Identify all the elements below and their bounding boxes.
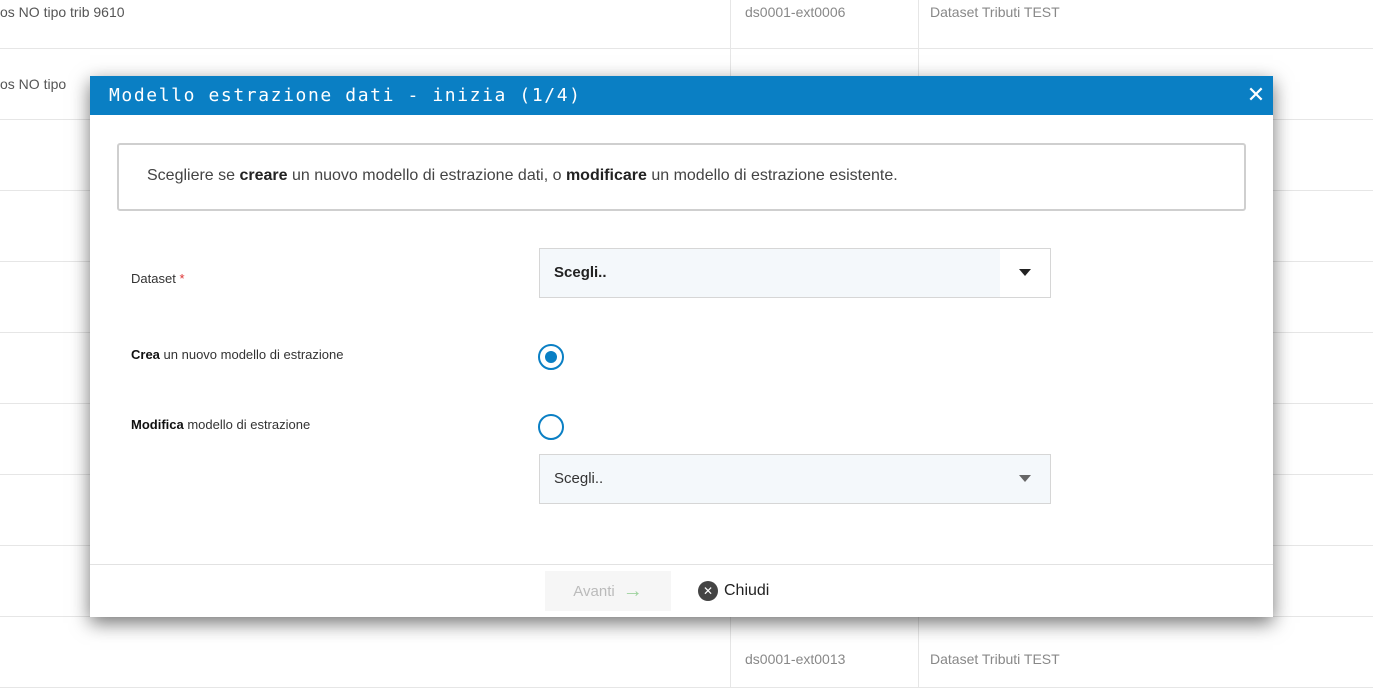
create-option-label: Crea un nuovo modello di estrazione	[131, 347, 344, 362]
dataset-select-value: Scegli..	[554, 264, 607, 281]
table-cell: ds0001-ext0006	[745, 4, 846, 20]
modify-option-label: Modifica modello di estrazione	[131, 417, 311, 432]
dialog-header: Modello estrazione dati - inizia (1/4) ✕	[90, 76, 1273, 115]
extraction-model-dialog: Modello estrazione dati - inizia (1/4) ✕…	[90, 76, 1273, 617]
table-cell: os NO tipo trib 9610	[0, 4, 125, 20]
create-radio[interactable]	[538, 344, 564, 370]
table-cell: Dataset Tributi TEST	[930, 651, 1060, 667]
required-marker: *	[179, 271, 185, 286]
dialog-footer: Avanti → ✕ Chiudi	[90, 564, 1273, 617]
close-icon[interactable]: ✕	[1245, 84, 1267, 106]
next-button[interactable]: Avanti →	[545, 571, 671, 611]
table-cell: os NO tipo	[0, 76, 67, 92]
dataset-label: Dataset *	[131, 271, 185, 286]
close-circle-icon: ✕	[698, 581, 718, 601]
caret-down-icon[interactable]	[1000, 455, 1050, 503]
table-row[interactable]: os NO tipo trib 9610 ds0001-ext0006 Data…	[0, 0, 1373, 49]
info-message: Scegliere se creare un nuovo modello di …	[117, 143, 1246, 211]
close-button[interactable]: ✕ Chiudi	[698, 571, 808, 611]
table-cell: ds0001-ext0013	[745, 651, 846, 667]
arrow-right-icon: →	[622, 579, 643, 602]
dataset-select[interactable]: Scegli..	[539, 248, 1051, 298]
table-row[interactable]: ds0001-ext0013 Dataset Tributi TEST	[0, 617, 1373, 688]
model-select[interactable]: Scegli..	[539, 454, 1051, 504]
dialog-title: Modello estrazione dati - inizia (1/4)	[109, 85, 582, 106]
caret-down-icon[interactable]	[1000, 249, 1050, 297]
model-select-value: Scegli..	[554, 470, 604, 487]
table-cell: Dataset Tributi TEST	[930, 4, 1060, 20]
modify-radio[interactable]	[538, 414, 564, 440]
